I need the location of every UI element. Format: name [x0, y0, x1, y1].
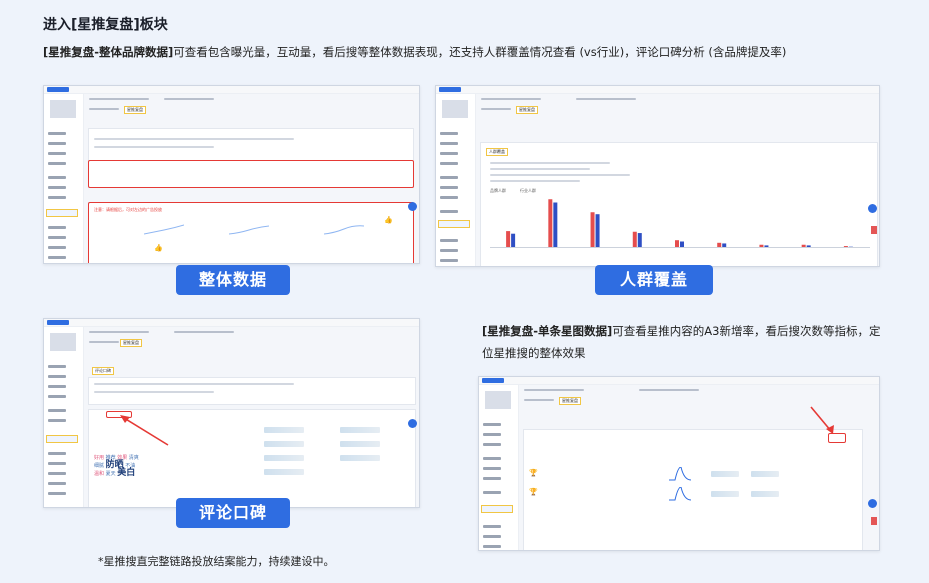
app-logo — [47, 87, 69, 92]
tab-star-review[interactable]: 星推复盘 — [120, 339, 142, 347]
tab-star-review[interactable]: 星推复盘 — [124, 106, 146, 114]
overall-metrics-highlight — [88, 160, 414, 188]
chart-bar — [553, 202, 558, 248]
chat-icon[interactable] — [868, 204, 877, 213]
overall-description: [星推复盘-整体品牌数据]可查看包含曝光量，互动量，看后搜等整体数据表现，还支持… — [43, 44, 786, 60]
sidebar-item-selected[interactable] — [46, 435, 78, 443]
tab-crowd-coverage[interactable]: 人群覆盖 — [486, 148, 508, 156]
pointer-arrow — [810, 406, 834, 434]
app-logo — [482, 378, 504, 383]
app-logo — [439, 87, 461, 92]
legend-brand: 品牌人群 — [490, 188, 506, 193]
trophy-icon: 🏆 — [529, 469, 538, 477]
sidebar-item-selected[interactable] — [481, 505, 513, 513]
thumbs-up-icon: 👍 — [384, 216, 393, 224]
trend-line — [229, 225, 269, 235]
comment-reputation-badge: 评论口碑 — [176, 498, 290, 528]
chat-icon[interactable] — [408, 202, 417, 211]
avatar — [50, 100, 76, 118]
chart-bar — [595, 214, 600, 248]
word-cloud: 好用 推荐 效果 清爽 细腻 防晒 不油 温和 夏天 美白 — [94, 455, 139, 478]
footnote: *星推搜直完整链路投放结案能力，持续建设中。 — [98, 555, 335, 568]
chat-icon[interactable] — [408, 419, 417, 428]
app-logo — [47, 320, 69, 325]
overall-description-text: 可查看包含曝光量，互动量，看后搜等整体数据表现，还支持人群覆盖情况查看 (vs行… — [173, 45, 787, 59]
trend-line — [324, 225, 364, 235]
thumbs-up-icon: 👍 — [154, 244, 163, 252]
avatar — [485, 391, 511, 409]
overall-data-badge: 整体数据 — [176, 265, 290, 295]
side-tag — [871, 226, 877, 234]
chart-bar — [675, 240, 679, 248]
chart-bar — [590, 212, 595, 248]
sidebar — [44, 94, 84, 263]
single-star-description-bold: [星推复盘-单条星图数据] — [482, 324, 613, 338]
sidebar — [479, 385, 519, 550]
tab-star-review[interactable]: 星推复盘 — [559, 397, 581, 405]
sidebar-item-selected[interactable] — [438, 220, 470, 228]
single-star-description: [星推复盘-单条星图数据]可查看星推内容的A3新增率，看后搜次数等指标，定位星推… — [482, 320, 882, 364]
single-star-screenshot: 星推复盘 🏆 🏆 — [478, 376, 880, 551]
side-tag — [871, 517, 877, 525]
chart-bar — [506, 231, 511, 248]
tab-star-review[interactable]: 星推复盘 — [516, 106, 538, 114]
chart-bar — [548, 199, 553, 248]
sidebar — [436, 94, 476, 266]
avatar — [442, 100, 468, 118]
pointer-arrow — [120, 415, 169, 446]
overall-description-bold: [星推复盘-整体品牌数据] — [43, 45, 174, 59]
chat-icon[interactable] — [868, 499, 877, 508]
sidebar — [44, 327, 84, 507]
chart-bar — [637, 233, 642, 248]
page-title: 进入[星推复盘]板块 — [43, 17, 168, 33]
trend-line — [669, 467, 691, 481]
comment-reputation-screenshot: 星推复盘 评论口碑 好用 推荐 效果 清爽 细腻 防晒 不油 温和 夏天 美白 — [43, 318, 420, 508]
crowd-coverage-badge: 人群覆盖 — [595, 265, 713, 295]
crowd-coverage-screenshot: 星推复盘 人群覆盖 品牌人群 行业人群 — [435, 85, 880, 267]
overall-data-screenshot: 星推复盘 注意：请根据后，可对左边的广告投放 👍 👍 整体数据 — [43, 85, 420, 264]
tab-comment-reputation[interactable]: 评论口碑 — [92, 367, 114, 375]
crowd-coverage-chart — [490, 199, 870, 248]
trend-line — [669, 487, 691, 501]
chart-bar — [511, 233, 516, 248]
chart-bar — [632, 231, 637, 248]
trend-line — [144, 224, 184, 235]
sidebar-item-selected[interactable] — [46, 209, 78, 217]
trophy-icon: 🏆 — [529, 488, 538, 496]
legend-industry: 行业人群 — [520, 188, 536, 193]
avatar — [50, 333, 76, 351]
